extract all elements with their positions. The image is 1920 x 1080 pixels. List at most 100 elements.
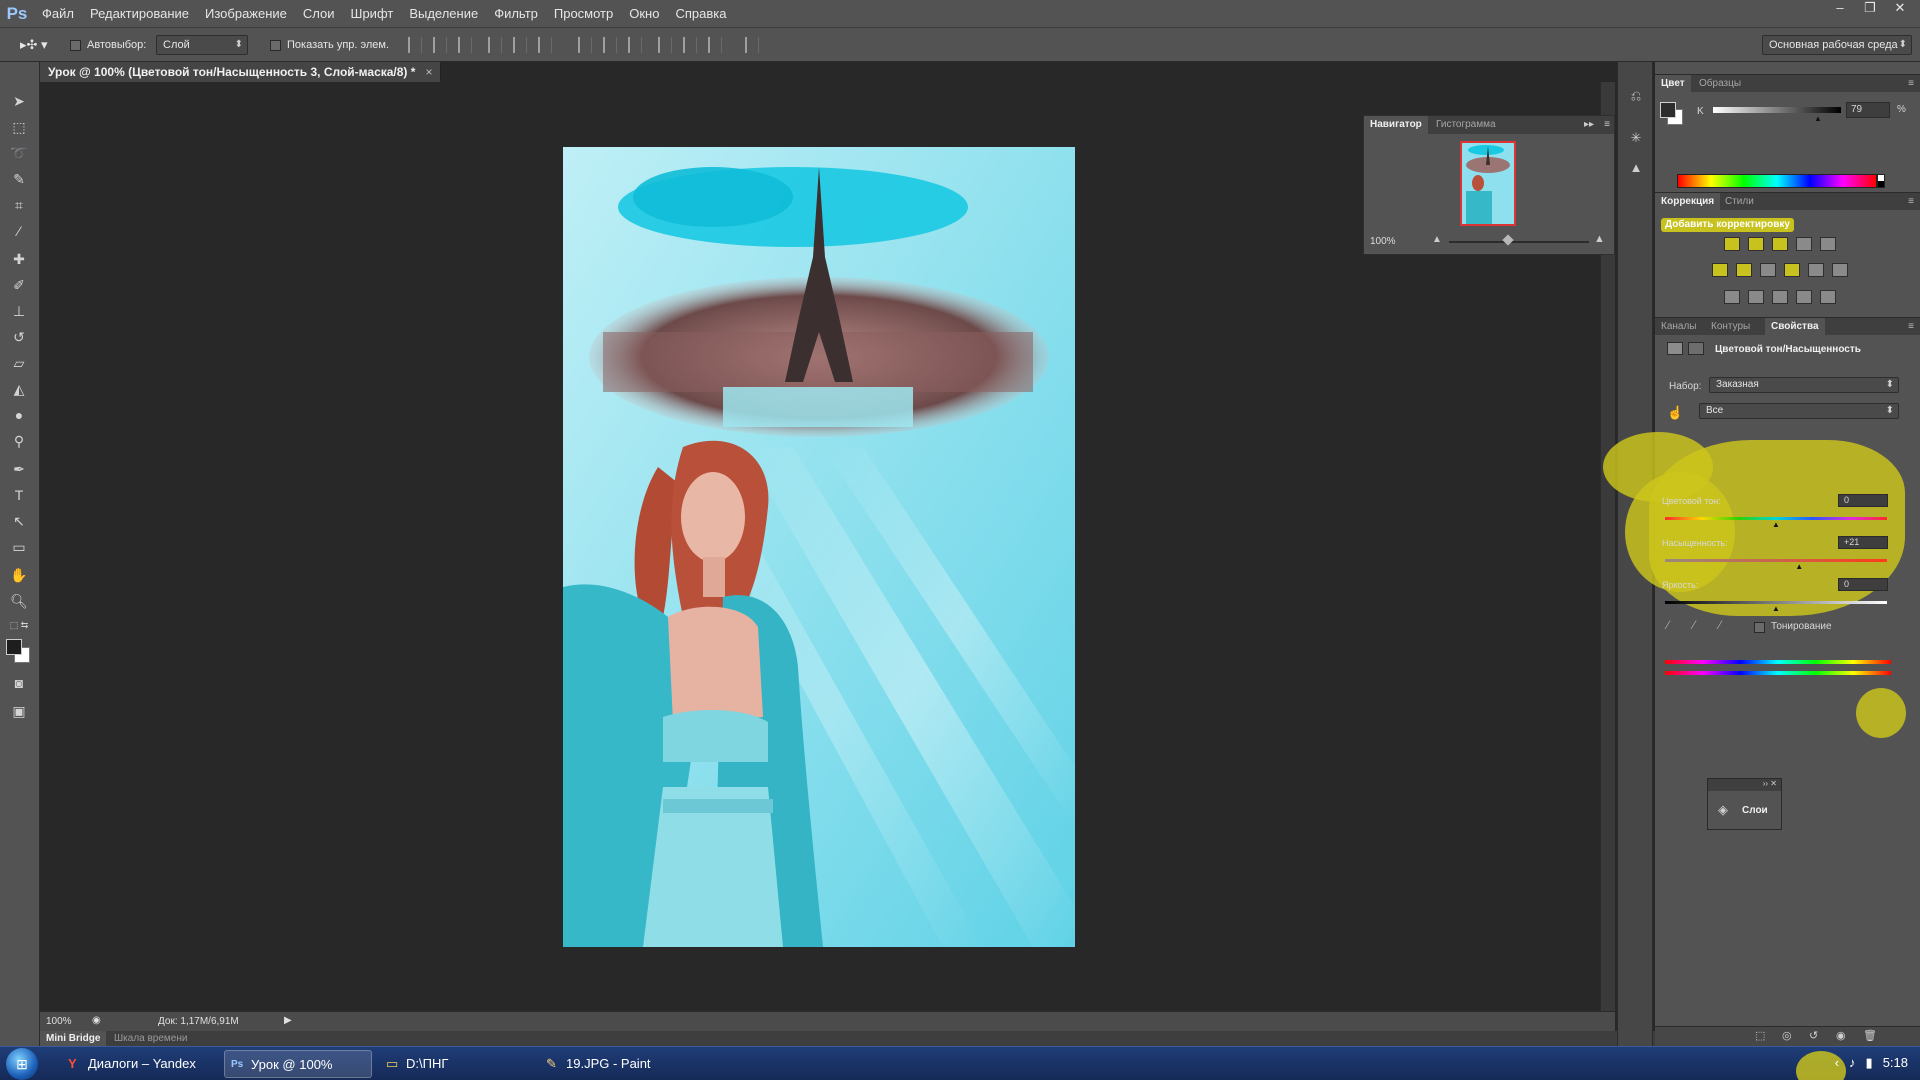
colorize-checkbox[interactable] bbox=[1754, 622, 1765, 633]
document-canvas[interactable] bbox=[563, 147, 1075, 947]
color-lookup-adjustment-icon[interactable] bbox=[1832, 263, 1848, 277]
threshold-adjustment-icon[interactable] bbox=[1772, 290, 1788, 304]
trash-icon[interactable]: 🗑︎ bbox=[1863, 1029, 1877, 1042]
hue-input[interactable]: 0 bbox=[1838, 494, 1888, 507]
lightness-slider-knob[interactable]: ▲ bbox=[1772, 604, 1780, 613]
status-info-icon[interactable]: ◉ bbox=[92, 1015, 101, 1026]
zoom-tool-icon[interactable]: 🔍︎ bbox=[8, 590, 30, 612]
hue-saturation-adjustment-icon[interactable] bbox=[1712, 263, 1728, 277]
blur-tool-icon[interactable]: ● bbox=[8, 404, 30, 426]
channel-dropdown[interactable]: Все bbox=[1699, 403, 1899, 419]
distribute-bottom-icon[interactable] bbox=[628, 37, 642, 53]
panel-menu-icon[interactable]: ≡ bbox=[1908, 321, 1914, 332]
paint-bucket-tool-icon[interactable]: ◭ bbox=[8, 378, 30, 400]
crop-tool-icon[interactable]: ⌗ bbox=[8, 194, 30, 216]
color-spectrum-bar[interactable] bbox=[1677, 174, 1877, 188]
tray-expand-icon[interactable]: ‹ bbox=[1835, 1055, 1839, 1071]
distribute-right-icon[interactable] bbox=[708, 37, 722, 53]
panel-menu-icon[interactable]: ≡ bbox=[1908, 78, 1914, 89]
invert-adjustment-icon[interactable] bbox=[1724, 290, 1740, 304]
view-previous-icon[interactable]: ◎ bbox=[1782, 1029, 1792, 1042]
preset-dropdown[interactable]: Заказная bbox=[1709, 377, 1899, 393]
foreground-color-swatch[interactable] bbox=[6, 639, 22, 655]
tab-swatches[interactable]: Образцы bbox=[1693, 75, 1747, 93]
brightness-icon[interactable]: ✳ bbox=[1626, 128, 1646, 148]
brightness-adjustment-icon[interactable] bbox=[1724, 237, 1740, 251]
zoom-out-icon[interactable]: ▲ bbox=[1432, 234, 1442, 245]
tab-color[interactable]: Цвет bbox=[1655, 75, 1691, 93]
color-balance-adjustment-icon[interactable] bbox=[1736, 263, 1752, 277]
layer-mask-icon[interactable] bbox=[1688, 342, 1704, 355]
dodge-tool-icon[interactable]: ⚲ bbox=[8, 430, 30, 452]
layers-mini-header[interactable]: ›› ✕ bbox=[1708, 779, 1781, 791]
autoselect-checkbox[interactable] bbox=[70, 39, 81, 51]
history-icon[interactable]: ⎌ bbox=[1626, 86, 1646, 106]
healing-brush-tool-icon[interactable]: ✚ bbox=[8, 248, 30, 270]
posterize-adjustment-icon[interactable] bbox=[1748, 290, 1764, 304]
layers-mini-panel[interactable]: ›› ✕ ◈ Слои bbox=[1707, 778, 1782, 830]
align-bottom-icon[interactable] bbox=[458, 37, 472, 53]
k-channel-knob[interactable]: ▲ bbox=[1814, 114, 1822, 123]
black-white-adjustment-icon[interactable] bbox=[1760, 263, 1776, 277]
network-icon[interactable]: ▮ bbox=[1866, 1055, 1873, 1071]
histogram-icon[interactable]: ▲ bbox=[1626, 158, 1646, 178]
targeted-adjustment-icon[interactable]: ☝ bbox=[1667, 405, 1683, 421]
distribute-hcenter-icon[interactable] bbox=[683, 37, 697, 53]
align-top-icon[interactable] bbox=[408, 37, 422, 53]
selective-color-adjustment-icon[interactable] bbox=[1796, 290, 1812, 304]
type-tool-icon[interactable]: T bbox=[8, 484, 30, 506]
menu-window[interactable]: Окно bbox=[621, 0, 667, 27]
eyedropper-icon[interactable]: ⁄ bbox=[1667, 618, 1669, 632]
menu-help[interactable]: Справка bbox=[667, 0, 734, 27]
vibrance-adjustment-icon[interactable] bbox=[1820, 237, 1836, 251]
levels-adjustment-icon[interactable] bbox=[1748, 237, 1764, 251]
black-white-swatch[interactable] bbox=[1877, 174, 1885, 188]
panel-collapse-icon[interactable]: ▸▸ bbox=[1584, 119, 1594, 130]
tab-channels[interactable]: Каналы bbox=[1655, 318, 1703, 336]
visibility-icon[interactable]: ◉ bbox=[1836, 1029, 1846, 1042]
volume-icon[interactable]: ♪ bbox=[1849, 1055, 1856, 1071]
menu-image[interactable]: Изображение bbox=[197, 0, 295, 27]
reset-icon[interactable]: ↺ bbox=[1809, 1029, 1818, 1042]
restore-button[interactable]: ❐ bbox=[1858, 0, 1882, 16]
menu-filter[interactable]: Фильтр bbox=[486, 0, 546, 27]
path-select-tool-icon[interactable]: ↖ bbox=[8, 510, 30, 532]
autoselect-dropdown[interactable]: Слой bbox=[156, 35, 248, 55]
move-tool-preset-icon[interactable]: ▸✣ ▾ bbox=[20, 36, 48, 54]
rectangle-tool-icon[interactable]: ▭ bbox=[8, 536, 30, 558]
tab-styles[interactable]: Стили bbox=[1719, 193, 1760, 211]
panel-menu-icon[interactable]: ≡ bbox=[1908, 196, 1914, 207]
history-brush-tool-icon[interactable]: ↺ bbox=[8, 326, 30, 348]
navigator-zoom-value[interactable]: 100% bbox=[1370, 236, 1396, 247]
quick-select-tool-icon[interactable]: ✎ bbox=[8, 168, 30, 190]
close-document-icon[interactable]: × bbox=[425, 65, 432, 79]
show-transform-checkbox[interactable] bbox=[270, 39, 281, 51]
align-left-icon[interactable] bbox=[488, 37, 502, 53]
menu-edit[interactable]: Редактирование bbox=[82, 0, 197, 27]
zoom-in-icon[interactable]: ▲ bbox=[1594, 233, 1605, 245]
workspace-dropdown[interactable]: Основная рабочая среда bbox=[1762, 35, 1912, 55]
navigator-zoom-knob[interactable] bbox=[1502, 234, 1514, 246]
clone-stamp-tool-icon[interactable]: ⊥ bbox=[8, 300, 30, 322]
lightness-input[interactable]: 0 bbox=[1838, 578, 1888, 591]
menu-select[interactable]: Выделение bbox=[401, 0, 486, 27]
task-photoshop[interactable]: Ps Урок @ 100% (Цве... bbox=[224, 1050, 372, 1078]
minimize-button[interactable]: – bbox=[1828, 0, 1852, 16]
move-tool-icon[interactable]: ➤ bbox=[8, 90, 30, 112]
task-yandex[interactable]: Y Диалоги – Yandex bbox=[62, 1050, 220, 1078]
hand-tool-icon[interactable]: ✋ bbox=[8, 564, 30, 586]
align-right-icon[interactable] bbox=[538, 37, 552, 53]
lasso-tool-icon[interactable]: ➰ bbox=[8, 142, 30, 164]
k-channel-slider[interactable] bbox=[1713, 107, 1841, 113]
task-paint[interactable]: ✎ 19.JPG - Paint bbox=[540, 1050, 690, 1078]
tab-timeline[interactable]: Шкала времени bbox=[108, 1031, 193, 1046]
photo-filter-adjustment-icon[interactable] bbox=[1784, 263, 1800, 277]
distribute-top-icon[interactable] bbox=[578, 37, 592, 53]
status-menu-arrow-icon[interactable]: ▶ bbox=[284, 1015, 292, 1026]
tab-adjustments[interactable]: Коррекция bbox=[1655, 193, 1721, 211]
saturation-slider[interactable] bbox=[1665, 559, 1887, 562]
panel-menu-icon[interactable]: ≡ bbox=[1604, 119, 1610, 130]
eyedropper-minus-icon[interactable]: ⁄ bbox=[1719, 618, 1721, 632]
eyedropper-tool-icon[interactable]: ⁄ bbox=[8, 220, 30, 242]
navigator-zoom-slider[interactable] bbox=[1449, 241, 1589, 243]
